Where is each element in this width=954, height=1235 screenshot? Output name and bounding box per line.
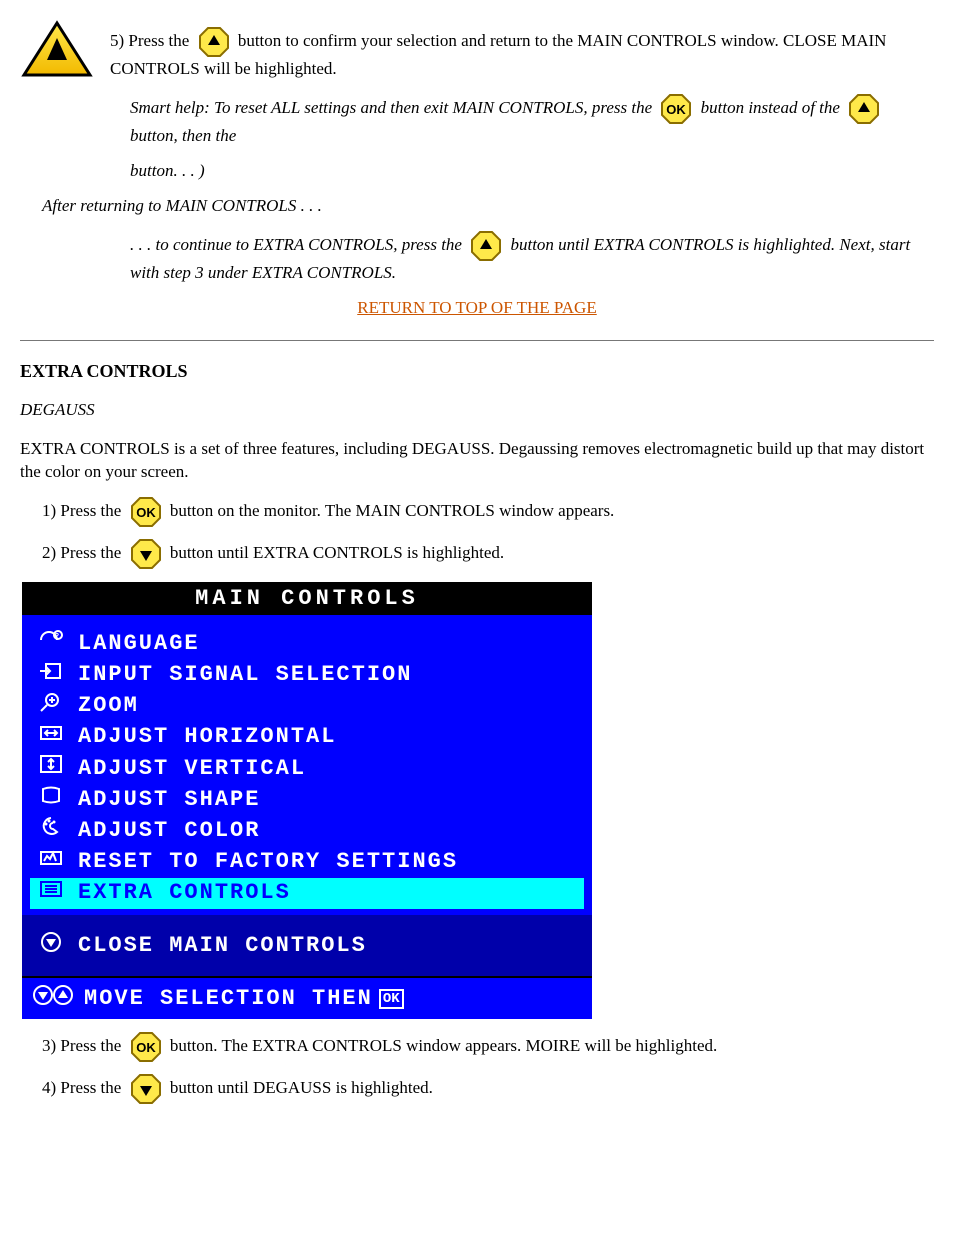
zoom-icon bbox=[32, 691, 70, 722]
osd-ok-icon: OK bbox=[379, 989, 404, 1009]
osd-menu-item[interactable]: RESET TO FACTORY SETTINGS bbox=[30, 847, 584, 878]
text: button. The EXTRA CONTROLS window appear… bbox=[170, 1036, 717, 1055]
osd-menu-label: ADJUST HORIZONTAL bbox=[78, 723, 336, 751]
text: 5) Press the bbox=[110, 31, 194, 50]
document-page: 5) Press the button to confirm your sele… bbox=[0, 0, 954, 1235]
shape-icon bbox=[32, 784, 70, 815]
reset-icon bbox=[32, 847, 70, 878]
osd-menu-item[interactable]: INPUT SIGNAL SELECTION bbox=[30, 660, 584, 691]
step-6-text: . . . to continue to EXTRA CONTROLS, pre… bbox=[20, 230, 934, 285]
down-arrow-icon bbox=[130, 1073, 162, 1105]
lang-icon: ? bbox=[32, 629, 70, 660]
ok-icon: OK bbox=[130, 496, 162, 528]
color-icon bbox=[32, 815, 70, 846]
up-arrow-icon bbox=[198, 26, 230, 58]
svg-text:OK: OK bbox=[136, 505, 156, 520]
osd-menu-item[interactable]: ADJUST SHAPE bbox=[30, 784, 584, 815]
subsection-degauss: DEGAUSS bbox=[20, 400, 934, 420]
degauss-intro: EXTRA CONTROLS is a set of three feature… bbox=[20, 438, 934, 484]
text: button instead of the bbox=[701, 98, 845, 117]
step-1: 1) Press the OK button on the monitor. T… bbox=[20, 496, 934, 528]
text: 1) Press the bbox=[42, 500, 126, 519]
section-title-extra-controls: EXTRA CONTROLS bbox=[20, 361, 934, 382]
svg-text:?: ? bbox=[55, 633, 61, 641]
down-arrow-icon bbox=[130, 538, 162, 570]
vert-icon bbox=[32, 753, 70, 784]
osd-menu-label: LANGUAGE bbox=[78, 630, 200, 658]
osd-footer: MOVE SELECTION THEN OK bbox=[22, 976, 592, 1019]
osd-menu-item[interactable]: ADJUST HORIZONTAL bbox=[30, 722, 584, 753]
step-4: 4) Press the button until DEGAUSS is hig… bbox=[20, 1073, 934, 1105]
svg-text:OK: OK bbox=[136, 1040, 156, 1055]
up-arrow-icon bbox=[848, 93, 880, 125]
text: 2) Press the bbox=[42, 542, 126, 561]
osd-menu-item[interactable]: EXTRA CONTROLS bbox=[30, 878, 584, 909]
text: button until DEGAUSS is highlighted. bbox=[170, 1078, 433, 1097]
text: . . . to continue to EXTRA CONTROLS, pre… bbox=[130, 235, 466, 254]
osd-menu-label: ADJUST COLOR bbox=[78, 817, 260, 845]
text: 3) Press the bbox=[42, 1036, 126, 1055]
ok-icon: OK bbox=[660, 93, 692, 125]
osd-main-controls: MAIN CONTROLS ? LANGUAGE INPUT SIGNAL SELE… bbox=[20, 580, 594, 1022]
osd-menu-body: ? LANGUAGE INPUT SIGNAL SELECTION ZOOM ADJUS… bbox=[22, 615, 592, 915]
svg-text:OK: OK bbox=[667, 102, 687, 117]
ok-icon: OK bbox=[130, 1031, 162, 1063]
text: button. . . ) bbox=[20, 160, 934, 183]
up-arrow-icon bbox=[470, 230, 502, 262]
text: Smart help: To reset ALL settings and th… bbox=[130, 98, 656, 117]
text: button on the monitor. The MAIN CONTROLS… bbox=[170, 500, 614, 519]
text: 4) Press the bbox=[42, 1078, 126, 1097]
osd-menu-label: INPUT SIGNAL SELECTION bbox=[78, 661, 412, 689]
osd-menu-item[interactable]: ZOOM bbox=[30, 691, 584, 722]
osd-menu-item[interactable]: ADJUST COLOR bbox=[30, 815, 584, 846]
return-to-top-link[interactable]: RETURN TO TOP OF THE PAGE bbox=[357, 298, 596, 317]
osd-footer-text: MOVE SELECTION THEN bbox=[84, 986, 373, 1011]
osd-menu-label: EXTRA CONTROLS bbox=[78, 879, 291, 907]
osd-close-row: CLOSE MAIN CONTROLS bbox=[22, 915, 592, 976]
osd-close-label: CLOSE MAIN CONTROLS bbox=[78, 932, 367, 960]
input-icon bbox=[32, 660, 70, 691]
osd-menu-label: ADJUST SHAPE bbox=[78, 786, 260, 814]
step-5-text: 5) Press the button to confirm your sele… bbox=[110, 26, 934, 81]
osd-title: MAIN CONTROLS bbox=[22, 582, 592, 615]
smart-help-note: Smart help: To reset ALL settings and th… bbox=[20, 93, 934, 148]
divider bbox=[20, 340, 934, 341]
warning-triangle-icon bbox=[20, 20, 110, 85]
up-down-icon bbox=[30, 984, 76, 1013]
extra-icon bbox=[32, 878, 70, 909]
osd-menu-item[interactable]: ? LANGUAGE bbox=[30, 629, 584, 660]
step-2: 2) Press the button until EXTRA CONTROLS… bbox=[20, 538, 934, 570]
osd-menu-label: ZOOM bbox=[78, 692, 139, 720]
down-triangle-icon bbox=[32, 931, 70, 962]
after-step-heading: After returning to MAIN CONTROLS . . . bbox=[20, 195, 934, 218]
osd-menu-label: RESET TO FACTORY SETTINGS bbox=[78, 848, 458, 876]
osd-menu-item[interactable]: ADJUST VERTICAL bbox=[30, 753, 584, 784]
horiz-icon bbox=[32, 722, 70, 753]
step-3: 3) Press the OK button. The EXTRA CONTRO… bbox=[20, 1031, 934, 1063]
text: button, then the bbox=[130, 126, 236, 145]
osd-menu-label: ADJUST VERTICAL bbox=[78, 755, 306, 783]
text: button until EXTRA CONTROLS is highlight… bbox=[170, 542, 504, 561]
